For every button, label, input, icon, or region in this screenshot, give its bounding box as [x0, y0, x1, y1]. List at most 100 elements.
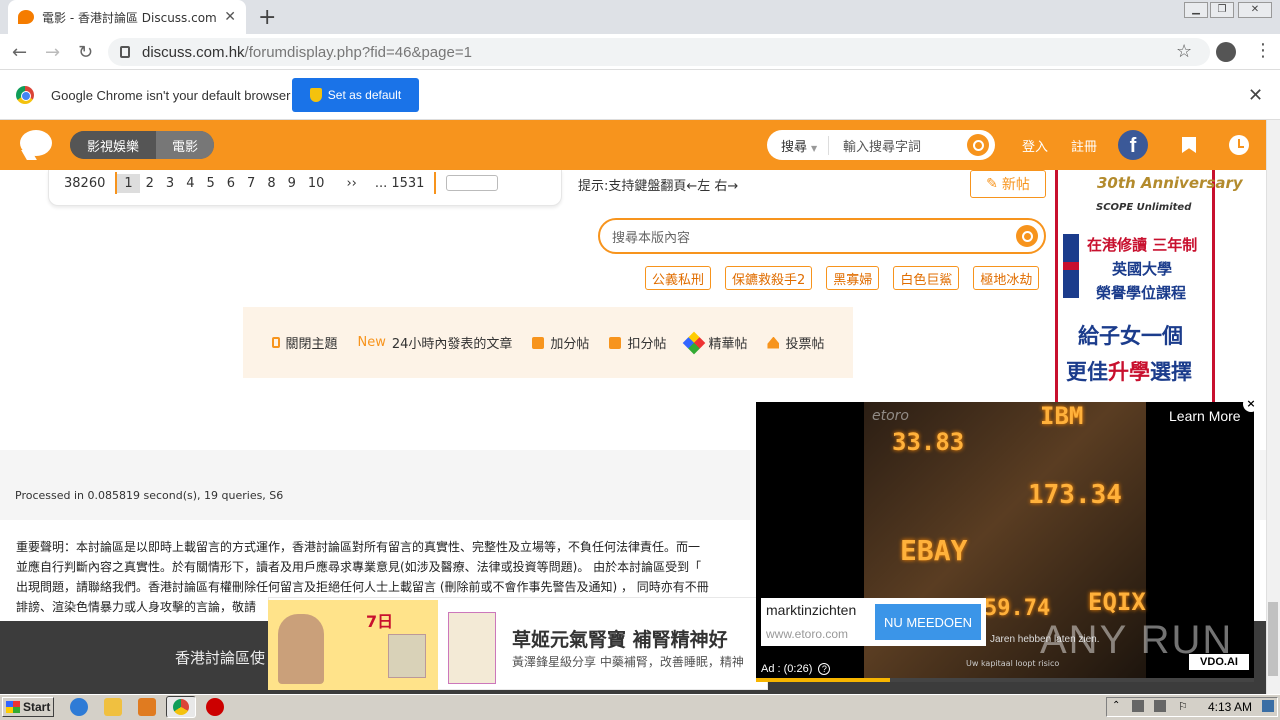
- thread-total: 38260: [64, 175, 106, 191]
- close-icon[interactable]: ×: [1243, 396, 1259, 412]
- learn-more-link[interactable]: Learn More: [1169, 408, 1241, 424]
- history-clock-icon[interactable]: [1229, 135, 1249, 155]
- video-progress-fill: [756, 678, 891, 682]
- facebook-icon[interactable]: f: [1118, 130, 1148, 160]
- start-label: Start: [23, 700, 51, 714]
- last-page-link[interactable]: ... 1531: [369, 176, 431, 191]
- advertiser-url: www.etoro.com: [766, 627, 849, 641]
- folder-icon[interactable]: [104, 698, 122, 716]
- filter-label: 24小時內發表的文章: [391, 337, 513, 352]
- poll-icon: [767, 336, 780, 349]
- breadcrumb-entertainment[interactable]: 影視娛樂: [70, 131, 156, 159]
- ad-timer: Ad : (0:26)?: [761, 663, 831, 675]
- ad-brand: SCOPE Unlimited: [1096, 202, 1192, 213]
- product-image: [448, 612, 496, 684]
- banner-badge: 7日: [366, 612, 394, 631]
- forum-search[interactable]: 搜尋本版內容: [598, 218, 1046, 254]
- internet-explorer-icon[interactable]: [70, 698, 88, 716]
- forward-arrow-icon[interactable]: →: [45, 42, 60, 63]
- back-arrow-icon[interactable]: ←: [12, 42, 27, 63]
- tag-link[interactable]: 白色巨鯊: [893, 266, 960, 290]
- tag-link[interactable]: 極地冰劫: [973, 266, 1040, 290]
- page-link[interactable]: 4: [180, 176, 200, 191]
- ad-headline: 英國大學: [1112, 260, 1173, 278]
- site-search: 搜尋 ▼ 輸入搜尋字詞: [767, 130, 995, 160]
- filter-minus-posts[interactable]: 扣分帖: [609, 333, 666, 352]
- filter-closed-topics[interactable]: 關閉主題: [271, 333, 338, 352]
- restore-button[interactable]: ❐: [1210, 2, 1234, 18]
- new-tab-button[interactable]: +: [258, 5, 276, 30]
- search-type-select[interactable]: 搜尋 ▼: [767, 135, 829, 155]
- page-link[interactable]: 2: [140, 176, 160, 191]
- minimize-button[interactable]: ▁: [1184, 2, 1208, 18]
- page-link[interactable]: 8: [261, 176, 281, 191]
- spokesperson-image: [278, 614, 324, 684]
- filter-new-24h[interactable]: New 24小時內發表的文章: [358, 333, 513, 352]
- filter-poll-posts[interactable]: 投票帖: [767, 333, 824, 352]
- search-icon[interactable]: [967, 134, 989, 156]
- scrollbar-thumb[interactable]: [1268, 602, 1278, 676]
- ad-headline: 榮譽學位課程: [1096, 284, 1187, 302]
- page-link[interactable]: 5: [200, 176, 220, 191]
- tag-link[interactable]: 黑寡婦: [826, 266, 880, 290]
- nu-meedoen-button[interactable]: NU MEEDOEN: [875, 604, 981, 640]
- ad-slogan-part: 更佳: [1066, 360, 1108, 384]
- search-icon[interactable]: [1016, 225, 1038, 247]
- reload-icon[interactable]: ↻: [78, 42, 93, 63]
- chrome-taskbar-icon[interactable]: [166, 696, 196, 718]
- filter-label: 精華帖: [708, 337, 748, 352]
- volume-icon[interactable]: [1132, 700, 1144, 712]
- start-button[interactable]: Start: [2, 697, 54, 717]
- thumbs-down-icon: [609, 336, 622, 349]
- site-search-input[interactable]: 輸入搜尋字詞: [829, 136, 967, 155]
- banner-ad-image: 7日: [268, 600, 438, 690]
- menu-kebab-icon[interactable]: ⋮: [1254, 40, 1272, 61]
- tray-expand-icon[interactable]: ⌃: [1112, 700, 1124, 712]
- window-close-button[interactable]: ✕: [1238, 2, 1272, 18]
- page-link[interactable]: 10: [302, 176, 331, 191]
- bookmark-star-icon[interactable]: ☆: [1176, 41, 1192, 62]
- next-page-link[interactable]: ››: [340, 176, 362, 191]
- keyboard-hint: 提示:支持鍵盤翻頁←左 右→: [578, 179, 739, 194]
- page-link-current[interactable]: 1: [117, 173, 140, 193]
- register-link[interactable]: 註冊: [1071, 136, 1097, 155]
- chevron-down-icon: ▼: [811, 143, 818, 153]
- warning-app-icon[interactable]: [206, 698, 224, 716]
- login-link[interactable]: 登入: [1022, 136, 1048, 155]
- flag-icon[interactable]: ⚐: [1178, 700, 1190, 713]
- media-player-icon[interactable]: [138, 698, 156, 716]
- tag-link[interactable]: 公義私刑: [645, 266, 712, 290]
- ad-slogan: 給子女一個: [1078, 324, 1183, 348]
- account-avatar-icon[interactable]: [1216, 42, 1236, 62]
- set-as-default-button[interactable]: Set as default: [292, 78, 419, 112]
- filter-digest-posts[interactable]: 精華帖: [683, 331, 748, 354]
- url-path: /forumdisplay.php?fid=46&page=1: [244, 43, 472, 61]
- browser-tab[interactable]: 電影 - 香港討論區 Discuss.com.hk - ✕: [8, 0, 246, 34]
- page-jump-input[interactable]: [446, 175, 499, 191]
- pager-divider: [434, 172, 437, 194]
- infobar-close-icon[interactable]: ✕: [1248, 85, 1263, 106]
- page-link[interactable]: 6: [221, 176, 241, 191]
- new-post-button[interactable]: ✎ 新帖: [970, 170, 1046, 198]
- product-box-image: [388, 634, 426, 678]
- page-link[interactable]: 9: [282, 176, 302, 191]
- help-icon[interactable]: ?: [818, 663, 831, 675]
- tab-close-icon[interactable]: ✕: [224, 9, 236, 25]
- site-logo-icon[interactable]: [20, 130, 52, 156]
- filter-plus-posts[interactable]: 加分帖: [532, 333, 589, 352]
- thumbs-up-icon: [532, 336, 545, 349]
- forum-search-input[interactable]: 搜尋本版內容: [612, 227, 1016, 246]
- etoro-logo: etoro: [872, 408, 909, 424]
- address-bar[interactable]: discuss.com.hk/forumdisplay.php?fid=46&p…: [108, 38, 1210, 66]
- infobar-message: Google Chrome isn't your default browser: [51, 88, 291, 103]
- page-link[interactable]: 7: [241, 176, 261, 191]
- vdo-ai-logo[interactable]: VDO.AI: [1189, 654, 1249, 670]
- tag-link[interactable]: 保鑣救殺手2: [725, 266, 813, 290]
- breadcrumb-movies[interactable]: 電影: [156, 131, 214, 159]
- show-desktop-icon[interactable]: [1262, 700, 1274, 712]
- filter-label: 扣分帖: [627, 337, 667, 352]
- network-icon[interactable]: [1154, 700, 1166, 712]
- breadcrumb: 影視娛樂 電影: [70, 131, 214, 159]
- page-link[interactable]: 3: [160, 176, 180, 191]
- ticker-text: 33.83: [892, 428, 965, 456]
